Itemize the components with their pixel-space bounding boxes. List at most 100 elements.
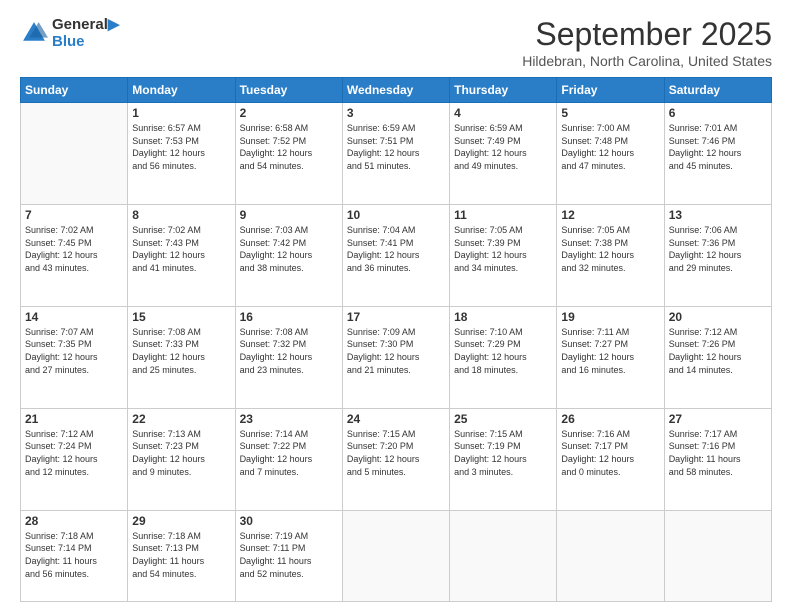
day-info: Sunrise: 7:04 AM Sunset: 7:41 PM Dayligh… [347,224,445,274]
table-row: 24 Sunrise: 7:15 AM Sunset: 7:20 PM Dayli… [342,408,449,510]
day-number: 2 [240,106,338,120]
table-row: 12 Sunrise: 7:05 AM Sunset: 7:38 PM Dayli… [557,204,664,306]
day-info: Sunrise: 6:57 AM Sunset: 7:53 PM Dayligh… [132,122,230,172]
calendar-table: Sunday Monday Tuesday Wednesday Thursday… [20,77,772,602]
table-row: 17 Sunrise: 7:09 AM Sunset: 7:30 PM Dayli… [342,306,449,408]
day-number: 1 [132,106,230,120]
day-number: 23 [240,412,338,426]
table-row: 9Sunrise: 7:03 AM Sunset: 7:42 PM Daylig… [235,204,342,306]
col-monday: Monday [128,78,235,103]
day-number: 25 [454,412,552,426]
day-number: 6 [669,106,767,120]
logo: General▶ Blue [20,16,119,51]
col-sunday: Sunday [21,78,128,103]
table-row: 27Sunrise: 7:17 AM Sunset: 7:16 PM Dayli… [664,408,771,510]
col-wednesday: Wednesday [342,78,449,103]
table-row [450,510,557,601]
day-number: 30 [240,514,338,528]
day-info: Sunrise: 7:11 AM Sunset: 7:27 PM Dayligh… [561,326,659,376]
table-row: 25 Sunrise: 7:15 AM Sunset: 7:19 PM Dayli… [450,408,557,510]
day-info: Sunrise: 7:00 AM Sunset: 7:48 PM Dayligh… [561,122,659,172]
day-number: 16 [240,310,338,324]
day-info: Sunrise: 7:09 AM Sunset: 7:30 PM Dayligh… [347,326,445,376]
day-info: Sunrise: 7:05 AM Sunset: 7:38 PM Dayligh… [561,224,659,274]
day-info: Sunrise: 7:18 AM Sunset: 7:14 PM Dayligh… [25,530,123,580]
day-info: Sunrise: 7:15 AM Sunset: 7:20 PM Dayligh… [347,428,445,478]
table-row [664,510,771,601]
day-number: 18 [454,310,552,324]
day-info: Sunrise: 7:19 AM Sunset: 7:11 PM Dayligh… [240,530,338,580]
page: General▶ Blue September 2025 Hildebran, … [0,0,792,612]
day-info: Sunrise: 7:08 AM Sunset: 7:33 PM Dayligh… [132,326,230,376]
day-info: Sunrise: 7:12 AM Sunset: 7:24 PM Dayligh… [25,428,123,478]
day-info: Sunrise: 7:14 AM Sunset: 7:22 PM Dayligh… [240,428,338,478]
title-block: September 2025 Hildebran, North Carolina… [522,16,772,69]
table-row: 16Sunrise: 7:08 AM Sunset: 7:32 PM Dayli… [235,306,342,408]
table-row: 5 Sunrise: 7:00 AM Sunset: 7:48 PM Daylig… [557,103,664,205]
day-info: Sunrise: 6:59 AM Sunset: 7:51 PM Dayligh… [347,122,445,172]
table-row: 6 Sunrise: 7:01 AM Sunset: 7:46 PM Daylig… [664,103,771,205]
day-number: 12 [561,208,659,222]
table-row: 7 Sunrise: 7:02 AM Sunset: 7:45 PM Daylig… [21,204,128,306]
day-number: 3 [347,106,445,120]
day-info: Sunrise: 7:12 AM Sunset: 7:26 PM Dayligh… [669,326,767,376]
day-number: 8 [132,208,230,222]
location: Hildebran, North Carolina, United States [522,53,772,69]
day-number: 13 [669,208,767,222]
month-title: September 2025 [522,16,772,53]
table-row: 10 Sunrise: 7:04 AM Sunset: 7:41 PM Dayli… [342,204,449,306]
col-tuesday: Tuesday [235,78,342,103]
day-number: 28 [25,514,123,528]
day-number: 24 [347,412,445,426]
day-number: 29 [132,514,230,528]
table-row: 21 Sunrise: 7:12 AM Sunset: 7:24 PM Dayli… [21,408,128,510]
logo-icon [20,19,48,47]
col-friday: Friday [557,78,664,103]
day-info: Sunrise: 7:10 AM Sunset: 7:29 PM Dayligh… [454,326,552,376]
day-info: Sunrise: 7:01 AM Sunset: 7:46 PM Dayligh… [669,122,767,172]
day-number: 10 [347,208,445,222]
day-info: Sunrise: 7:06 AM Sunset: 7:36 PM Dayligh… [669,224,767,274]
table-row [21,103,128,205]
day-number: 15 [132,310,230,324]
table-row: 22 Sunrise: 7:13 AM Sunset: 7:23 PM Dayli… [128,408,235,510]
day-info: Sunrise: 7:02 AM Sunset: 7:43 PM Dayligh… [132,224,230,274]
day-number: 26 [561,412,659,426]
table-row: 4 Sunrise: 6:59 AM Sunset: 7:49 PM Daylig… [450,103,557,205]
table-row: 20 Sunrise: 7:12 AM Sunset: 7:26 PM Dayli… [664,306,771,408]
table-row: 8 Sunrise: 7:02 AM Sunset: 7:43 PM Daylig… [128,204,235,306]
day-info: Sunrise: 7:18 AM Sunset: 7:13 PM Dayligh… [132,530,230,580]
table-row [342,510,449,601]
day-number: 7 [25,208,123,222]
table-row: 15 Sunrise: 7:08 AM Sunset: 7:33 PM Dayli… [128,306,235,408]
col-thursday: Thursday [450,78,557,103]
day-info: Sunrise: 7:03 AM Sunset: 7:42 PM Dayligh… [240,224,338,274]
calendar-header-row: Sunday Monday Tuesday Wednesday Thursday… [21,78,772,103]
day-info: Sunrise: 6:58 AM Sunset: 7:52 PM Dayligh… [240,122,338,172]
logo-text: General▶ Blue [52,16,119,51]
day-info: Sunrise: 7:02 AM Sunset: 7:45 PM Dayligh… [25,224,123,274]
day-info: Sunrise: 7:15 AM Sunset: 7:19 PM Dayligh… [454,428,552,478]
day-number: 22 [132,412,230,426]
day-number: 5 [561,106,659,120]
table-row: 26 Sunrise: 7:16 AM Sunset: 7:17 PM Dayli… [557,408,664,510]
table-row: 23 Sunrise: 7:14 AM Sunset: 7:22 PM Dayli… [235,408,342,510]
table-row: 14 Sunrise: 7:07 AM Sunset: 7:35 PM Dayli… [21,306,128,408]
day-info: Sunrise: 7:17 AM Sunset: 7:16 PM Dayligh… [669,428,767,478]
day-number: 20 [669,310,767,324]
col-saturday: Saturday [664,78,771,103]
day-info: Sunrise: 7:13 AM Sunset: 7:23 PM Dayligh… [132,428,230,478]
table-row: 30 Sunrise: 7:19 AM Sunset: 7:11 PM Dayli… [235,510,342,601]
day-number: 11 [454,208,552,222]
day-info: Sunrise: 6:59 AM Sunset: 7:49 PM Dayligh… [454,122,552,172]
table-row: 18 Sunrise: 7:10 AM Sunset: 7:29 PM Dayli… [450,306,557,408]
day-number: 21 [25,412,123,426]
table-row: 13 Sunrise: 7:06 AM Sunset: 7:36 PM Dayli… [664,204,771,306]
day-info: Sunrise: 7:07 AM Sunset: 7:35 PM Dayligh… [25,326,123,376]
day-number: 14 [25,310,123,324]
day-number: 17 [347,310,445,324]
day-info: Sunrise: 7:16 AM Sunset: 7:17 PM Dayligh… [561,428,659,478]
day-number: 19 [561,310,659,324]
day-info: Sunrise: 7:05 AM Sunset: 7:39 PM Dayligh… [454,224,552,274]
day-number: 4 [454,106,552,120]
